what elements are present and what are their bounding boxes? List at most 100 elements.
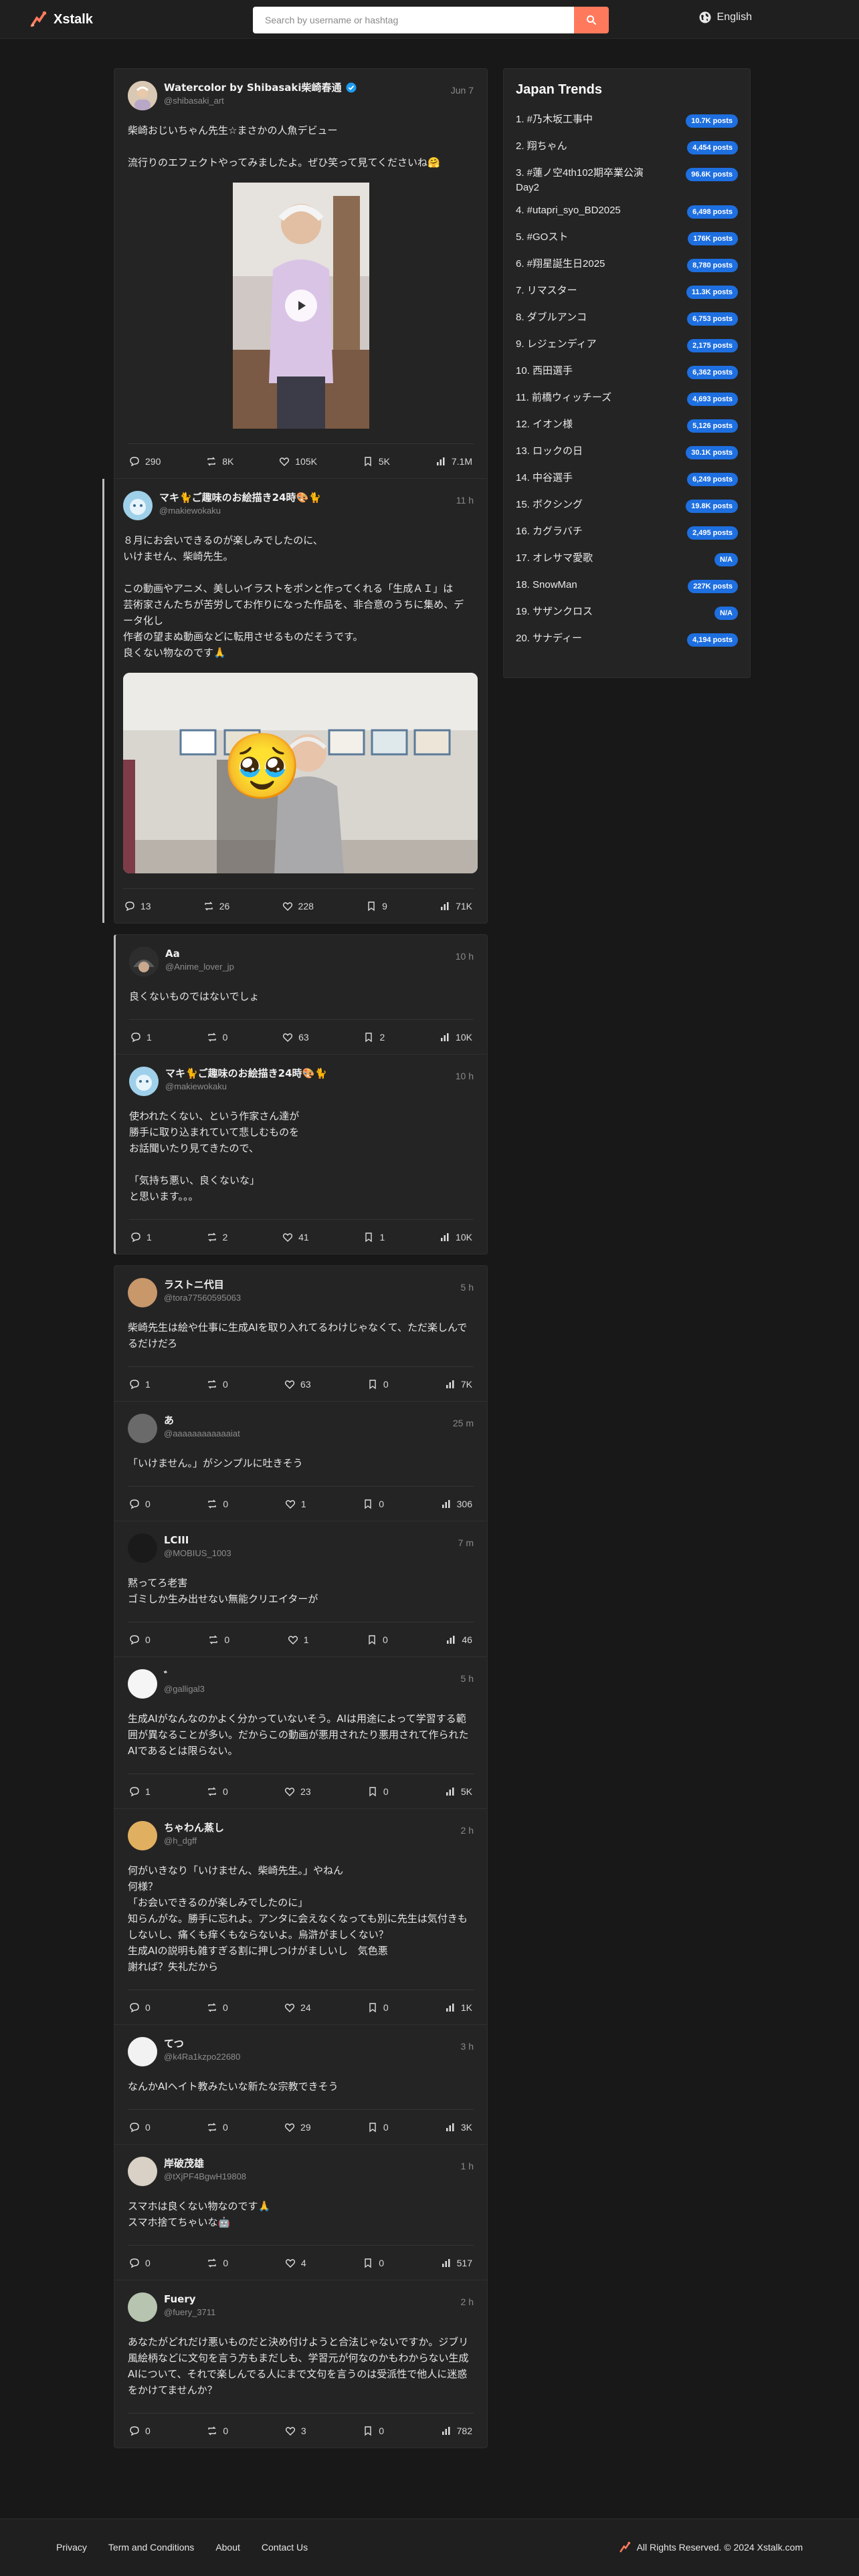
reply-button[interactable]: 0 [129, 2002, 151, 2013]
bookmark-button[interactable]: 0 [367, 2122, 389, 2133]
trend-item[interactable]: 5. #GOスト 176K posts [516, 226, 738, 253]
display-name[interactable]: Fuery [164, 2292, 196, 2306]
reply-button[interactable]: 13 [124, 901, 151, 911]
trend-item[interactable]: 3. #蓮ノ空4th102期卒業公演Day2 96.6K posts [516, 162, 738, 199]
user-handle[interactable]: @tora77560595063 [164, 1291, 454, 1305]
post[interactable]: あ @aaaaaaaaaaaaiat 25 m 「いけません。」がシンプルに吐きそう 0… [114, 1402, 487, 1521]
repost-button[interactable]: 26 [203, 901, 229, 911]
post-image[interactable]: 🥹 [123, 673, 478, 873]
avatar[interactable] [129, 947, 159, 976]
like-button[interactable]: 4 [285, 2258, 306, 2268]
bookmark-button[interactable]: 9 [366, 901, 387, 911]
trend-item[interactable]: 17. オレサマ愛歌 N/A [516, 547, 738, 574]
user-handle[interactable]: @galligal3 [164, 1683, 454, 1696]
avatar[interactable] [128, 1821, 157, 1850]
display-name[interactable]: LCIII [164, 1533, 189, 1547]
display-name[interactable]: Watercolor by Shibasaki柴崎春通 [164, 81, 342, 94]
bookmark-button[interactable]: 5K [363, 456, 390, 467]
avatar[interactable] [128, 1669, 157, 1699]
bookmark-button[interactable]: 0 [363, 2426, 384, 2436]
bookmark-button[interactable]: 1 [363, 1232, 385, 1243]
avatar[interactable] [123, 491, 153, 520]
trend-item[interactable]: 8. ダブルアンコ 6,753 posts [516, 306, 738, 333]
language-selector[interactable]: English [698, 11, 752, 24]
display-name[interactable]: 岸破茂雄 [164, 2157, 204, 2170]
avatar[interactable] [129, 1067, 159, 1096]
video-thumbnail[interactable] [232, 183, 369, 429]
bookmark-button[interactable]: 0 [367, 1379, 389, 1390]
user-handle[interactable]: @shibasaki_art [164, 94, 444, 108]
post[interactable]: マキ🐈ご趣味のお絵描き24時🎨🐈 @makiewokaku 11 h ８月にお会… [102, 479, 487, 923]
trend-item[interactable]: 13. ロックの日 30.1K posts [516, 440, 738, 467]
post[interactable]: Aa @Anime_lover_jp 10 h 良くないものではないでしょ 1 … [116, 935, 487, 1055]
like-button[interactable]: 228 [282, 901, 314, 911]
avatar[interactable] [128, 1533, 157, 1563]
like-button[interactable]: 63 [282, 1032, 309, 1043]
user-handle[interactable]: @h_dgff [164, 1834, 454, 1848]
trend-item[interactable]: 16. カグラバチ 2,495 posts [516, 520, 738, 547]
trend-item[interactable]: 11. 前橋ウィッチーズ 4,693 posts [516, 387, 738, 413]
like-button[interactable]: 105K [279, 456, 317, 467]
post[interactable]: Fuery @fuery_3711 2 h あなたがどれだけ悪いものだと決め付けようと… [114, 2280, 487, 2448]
avatar[interactable] [128, 2292, 157, 2322]
repost-button[interactable]: 0 [207, 2122, 228, 2133]
repost-button[interactable]: 2 [207, 1232, 227, 1243]
bookmark-button[interactable]: 0 [363, 1499, 384, 1509]
trend-item[interactable]: 14. 中谷選手 6,249 posts [516, 467, 738, 494]
post[interactable]: ラストニ代目 @tora77560595063 5 h 柴崎先生は絵や仕事に生成AIを… [114, 1266, 487, 1402]
user-handle[interactable]: @aaaaaaaaaaaaiat [164, 1427, 446, 1440]
reply-button[interactable]: 0 [129, 1499, 151, 1509]
about-link[interactable]: About [215, 2542, 240, 2553]
display-name[interactable]: てつ [164, 2037, 184, 2050]
user-handle[interactable]: @Anime_lover_jp [165, 960, 449, 974]
contact-link[interactable]: Contact Us [262, 2542, 308, 2553]
repost-button[interactable]: 0 [207, 1032, 227, 1043]
like-button[interactable]: 24 [284, 2002, 311, 2013]
avatar[interactable] [128, 1278, 157, 1307]
trend-item[interactable]: 2. 翔ちゃん 4,454 posts [516, 135, 738, 162]
privacy-link[interactable]: Privacy [56, 2542, 87, 2553]
trend-item[interactable]: 9. レジェンディア 2,175 posts [516, 333, 738, 360]
post[interactable]: ちゃわん蒸し @h_dgff 2 h 何がいきなり「いけません、柴崎先生。」やねん 何… [114, 1809, 487, 2025]
reply-button[interactable]: 0 [129, 2122, 151, 2133]
reply-button[interactable]: 0 [129, 2426, 151, 2436]
display-name[interactable]: ラストニ代目 [164, 1278, 224, 1291]
bookmark-button[interactable]: 2 [363, 1032, 385, 1043]
bookmark-button[interactable]: 0 [367, 1634, 388, 1645]
display-name[interactable]: マキ🐈ご趣味のお絵描き24時🎨🐈 [159, 491, 321, 504]
post[interactable]: 岸破茂雄 @tXjPF4BgwH19808 1 h スマホは良くない物なのです🙏 スマ… [114, 2145, 487, 2280]
repost-button[interactable]: 0 [207, 2426, 228, 2436]
trend-item[interactable]: 10. 西田選手 6,362 posts [516, 360, 738, 387]
trend-item[interactable]: 6. #翔星誕生日2025 8,780 posts [516, 253, 738, 280]
repost-button[interactable]: 0 [208, 1634, 229, 1645]
trend-item[interactable]: 15. ボクシング 19.8K posts [516, 494, 738, 520]
user-handle[interactable]: @MOBIUS_1003 [164, 1547, 452, 1560]
play-button[interactable] [284, 290, 317, 322]
like-button[interactable]: 63 [284, 1379, 311, 1390]
reply-button[interactable]: 0 [129, 1634, 151, 1645]
display-name[interactable]: ちゃわん蒸し [164, 1821, 224, 1834]
reply-button[interactable]: 1 [130, 1232, 152, 1243]
like-button[interactable]: 41 [282, 1232, 309, 1243]
post[interactable]: ゛ @galligal3 5 h 生成AIがなんなのかよく分かっていないそう。AIは用… [114, 1657, 487, 1809]
like-button[interactable]: 3 [285, 2426, 306, 2436]
bookmark-button[interactable]: 0 [367, 2002, 389, 2013]
user-handle[interactable]: @makiewokaku [165, 1080, 449, 1093]
avatar[interactable] [128, 2157, 157, 2186]
trend-item[interactable]: 4. #utapri_syo_BD2025 6,498 posts [516, 199, 738, 226]
trend-item[interactable]: 1. #乃木坂工事中 10.7K posts [516, 108, 738, 135]
trend-item[interactable]: 12. イオン様 5,126 posts [516, 413, 738, 440]
reply-button[interactable]: 1 [129, 1379, 151, 1390]
bookmark-button[interactable]: 0 [367, 1786, 389, 1797]
brand-logo[interactable]: Xstalk [28, 9, 93, 30]
repost-button[interactable]: 0 [207, 1786, 228, 1797]
avatar[interactable] [128, 81, 157, 110]
like-button[interactable]: 29 [284, 2122, 311, 2133]
bookmark-button[interactable]: 0 [363, 2258, 384, 2268]
trend-item[interactable]: 20. サナディー 4,194 posts [516, 627, 738, 654]
trend-item[interactable]: 19. サザンクロス N/A [516, 601, 738, 627]
reply-button[interactable]: 1 [129, 1786, 151, 1797]
reply-button[interactable]: 290 [129, 456, 161, 467]
repost-button[interactable]: 0 [207, 2258, 228, 2268]
repost-button[interactable]: 8K [206, 456, 233, 467]
